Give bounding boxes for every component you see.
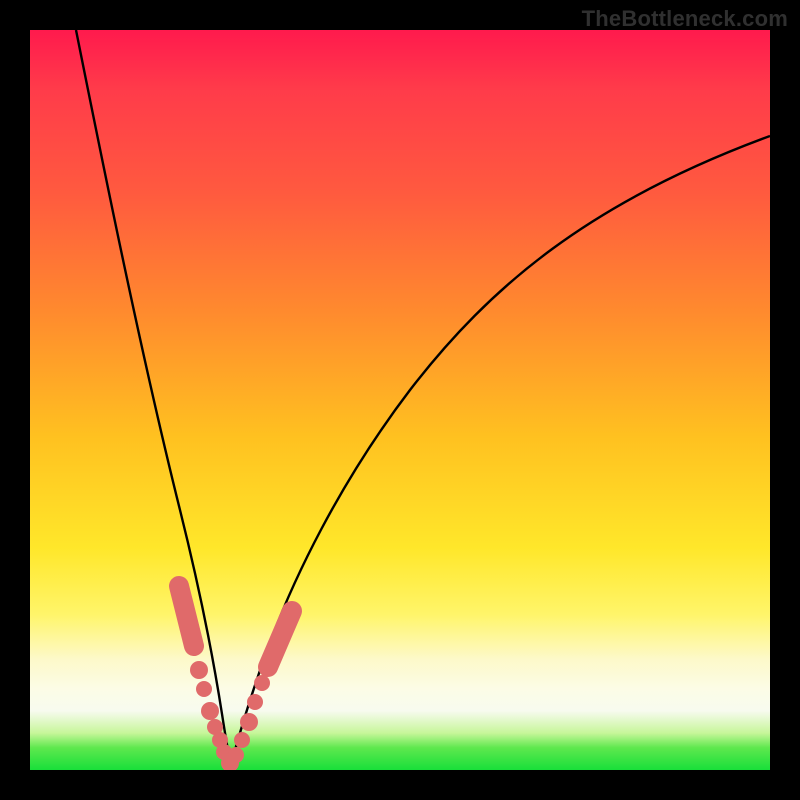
plot-area bbox=[30, 30, 770, 770]
watermark-text: TheBottleneck.com bbox=[582, 6, 788, 32]
marker-capsule-left bbox=[179, 586, 194, 646]
curve-left-branch bbox=[76, 30, 231, 765]
chart-frame: TheBottleneck.com bbox=[0, 0, 800, 800]
curve-right-branch bbox=[231, 136, 770, 765]
bottleneck-curve bbox=[30, 30, 770, 770]
marker-capsule-right bbox=[268, 611, 292, 667]
marker-beads bbox=[190, 661, 270, 770]
